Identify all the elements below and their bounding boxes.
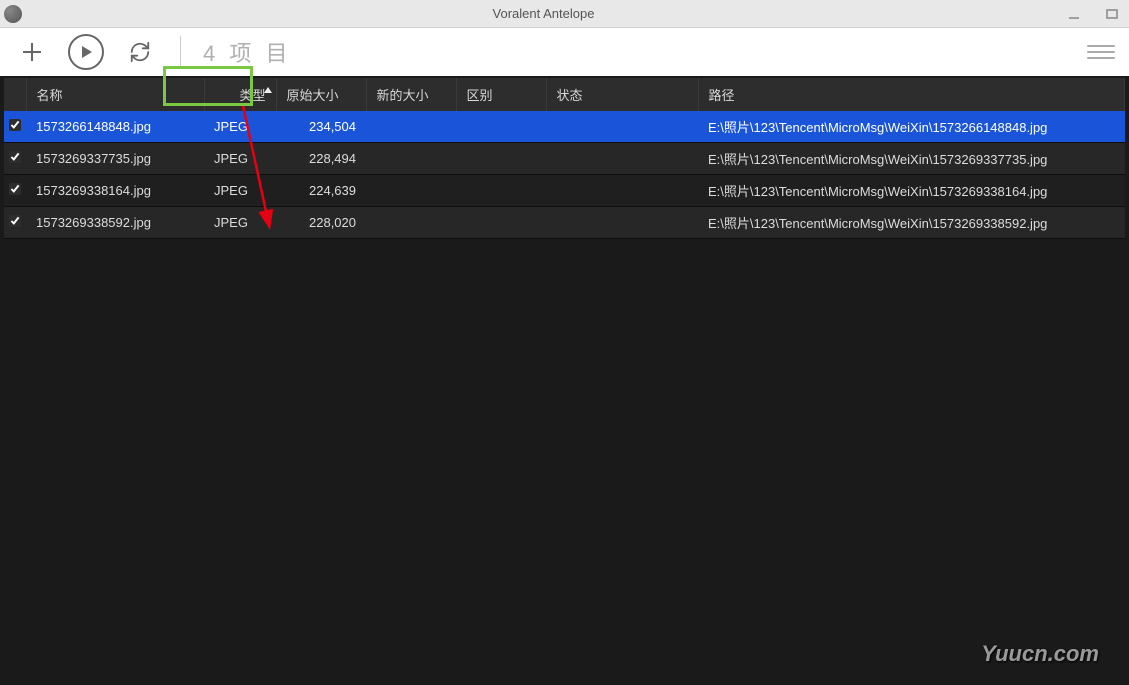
cell-original-size: 228,020: [276, 207, 366, 239]
cell-new-size: [366, 111, 456, 143]
table-row[interactable]: 1573266148848.jpgJPEG234,504 E:\照片\123\Te…: [4, 111, 1125, 143]
column-type[interactable]: 类型: [204, 78, 276, 111]
watermark: Yuucn.com: [981, 641, 1099, 667]
cell-new-size: [366, 175, 456, 207]
cell-status: [546, 143, 698, 175]
cell-path: E:\照片\123\Tencent\MicroMsg\WeiXin\157326…: [698, 111, 1125, 143]
cell-name: 1573269338164.jpg: [26, 175, 204, 207]
row-checkbox[interactable]: [9, 151, 21, 163]
cell-original-size: 224,639: [276, 175, 366, 207]
cell-type: JPEG: [204, 175, 276, 207]
column-new-size[interactable]: 新的大小: [366, 78, 456, 111]
cell-name: 1573266148848.jpg: [26, 111, 204, 143]
titlebar: Voralent Antelope: [0, 0, 1129, 28]
menu-button[interactable]: [1087, 38, 1115, 66]
table-row[interactable]: 1573269338592.jpgJPEG228,020 E:\照片\123\Te…: [4, 207, 1125, 239]
cell-type: JPEG: [204, 111, 276, 143]
app-icon: [4, 5, 22, 23]
window-title: Voralent Antelope: [22, 6, 1065, 21]
cell-new-size: [366, 143, 456, 175]
cell-status: [546, 207, 698, 239]
cell-diff: [456, 207, 546, 239]
cell-path: E:\照片\123\Tencent\MicroMsg\WeiXin\157326…: [698, 175, 1125, 207]
row-checkbox[interactable]: [9, 215, 21, 227]
table-header: 名称 类型 原始大小 新的大小 区别 状态 路径: [4, 78, 1125, 111]
run-button[interactable]: [68, 34, 104, 70]
column-status[interactable]: 状态: [546, 78, 698, 111]
cell-diff: [456, 175, 546, 207]
column-name[interactable]: 名称: [26, 78, 204, 111]
cell-original-size: 234,504: [276, 111, 366, 143]
row-checkbox-cell[interactable]: [4, 175, 26, 207]
refresh-button[interactable]: [122, 34, 158, 70]
row-checkbox-cell[interactable]: [4, 143, 26, 175]
cell-path: E:\照片\123\Tencent\MicroMsg\WeiXin\157326…: [698, 207, 1125, 239]
column-original-size[interactable]: 原始大小: [276, 78, 366, 111]
row-checkbox-cell[interactable]: [4, 111, 26, 143]
file-table: 名称 类型 原始大小 新的大小 区别 状态 路径 1573266148848.j…: [4, 78, 1125, 239]
column-diff[interactable]: 区别: [456, 78, 546, 111]
cell-path: E:\照片\123\Tencent\MicroMsg\WeiXin\157326…: [698, 143, 1125, 175]
maximize-button[interactable]: [1103, 5, 1121, 23]
row-checkbox[interactable]: [9, 119, 21, 131]
toolbar: 4 项 目: [0, 28, 1129, 76]
cell-new-size: [366, 207, 456, 239]
cell-status: [546, 175, 698, 207]
row-checkbox[interactable]: [9, 183, 21, 195]
toolbar-divider: [180, 36, 181, 68]
table-row[interactable]: 1573269338164.jpgJPEG224,639 E:\照片\123\Te…: [4, 175, 1125, 207]
cell-type: JPEG: [204, 207, 276, 239]
cell-diff: [456, 143, 546, 175]
sort-ascending-icon: [264, 87, 272, 93]
table-body: 1573266148848.jpgJPEG234,504E:\照片\123\Te…: [4, 111, 1125, 239]
cell-diff: [456, 111, 546, 143]
add-button[interactable]: [14, 34, 50, 70]
column-checkbox[interactable]: [4, 78, 26, 111]
row-checkbox-cell[interactable]: [4, 207, 26, 239]
item-count: 4 项 目: [203, 36, 291, 68]
table-row[interactable]: 1573269337735.jpgJPEG228,494 E:\照片\123\Te…: [4, 143, 1125, 175]
cell-name: 1573269337735.jpg: [26, 143, 204, 175]
column-type-label: 类型: [239, 88, 265, 103]
column-path[interactable]: 路径: [698, 78, 1125, 111]
cell-name: 1573269338592.jpg: [26, 207, 204, 239]
window-controls: [1065, 5, 1129, 23]
cell-status: [546, 111, 698, 143]
minimize-button[interactable]: [1065, 5, 1083, 23]
cell-original-size: 228,494: [276, 143, 366, 175]
cell-type: JPEG: [204, 143, 276, 175]
